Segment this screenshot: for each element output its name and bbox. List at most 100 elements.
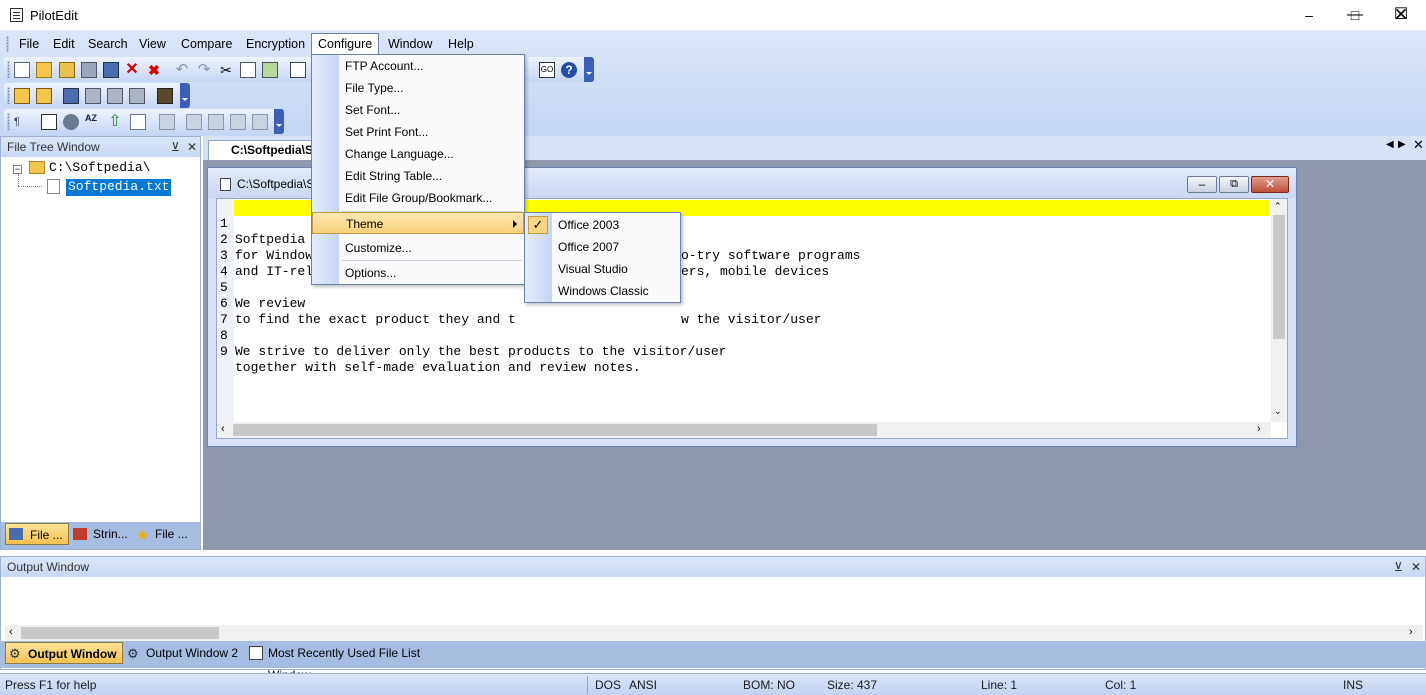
check-icon: ✓	[528, 216, 548, 234]
menu-item-set-font[interactable]: Set Font...	[312, 99, 524, 121]
tree-root-folder[interactable]: C:\Softpedia\	[49, 160, 150, 175]
tab-mru-file-list[interactable]: Most Recently Used File List Window	[246, 642, 466, 682]
restore-button[interactable]: □	[1332, 0, 1378, 31]
tab-close-icon[interactable]: ✕	[1413, 137, 1424, 153]
horizontal-scrollbar[interactable]: ‹ ›	[217, 422, 1271, 438]
menu-item-edit-string-table[interactable]: Edit String Table...	[312, 165, 524, 187]
save-all-icon[interactable]	[103, 62, 119, 78]
output-scroll-thumb[interactable]	[21, 627, 219, 639]
menu-configure[interactable]: Configure	[311, 33, 380, 55]
output-pin-icon[interactable]: ⊻	[1394, 557, 1403, 577]
menu-item-options[interactable]: Options...	[312, 262, 524, 284]
vertical-scrollbar[interactable]: ⌃ ⌄	[1271, 199, 1287, 422]
editor-line: 4	[217, 248, 264, 279]
move-up-icon[interactable]: ⇧	[107, 114, 123, 130]
paste-icon[interactable]	[262, 62, 278, 78]
toolbar-2-overflow-button[interactable]	[180, 83, 190, 108]
save-icon[interactable]	[81, 62, 97, 78]
menu-compare[interactable]: Compare	[175, 33, 238, 55]
menu-item-theme-label: Theme	[346, 217, 384, 231]
menu-item-file-type[interactable]: File Type...	[312, 77, 524, 99]
tab-output-window-2[interactable]: Output Window 2	[124, 642, 244, 664]
tab-scroll-right-icon[interactable]: ▶	[1398, 139, 1406, 150]
menu-search[interactable]: Search	[82, 33, 134, 55]
menu-item-ftp-account[interactable]: FTP Account...	[312, 55, 524, 77]
document-window-title: C:\Softpedia\S	[237, 177, 315, 191]
toolbar-3-overflow-button[interactable]	[274, 109, 284, 134]
vertical-scroll-thumb[interactable]	[1273, 215, 1285, 339]
compare-icon[interactable]	[159, 114, 175, 130]
find-icon[interactable]	[290, 62, 306, 78]
minus-icon[interactable]	[230, 114, 246, 130]
string-tab-icon	[73, 528, 87, 540]
settings-icon[interactable]	[63, 114, 79, 130]
go-to-icon[interactable]: GO	[539, 62, 555, 78]
indent-icon[interactable]: ¶	[14, 114, 30, 130]
output-scroll-right-icon[interactable]: ›	[1409, 626, 1413, 638]
menu-encryption[interactable]: Encryption	[240, 33, 311, 55]
print-preview-icon[interactable]	[129, 88, 145, 104]
doc-restore-button[interactable]: ⧉	[1219, 176, 1249, 193]
plus-icon[interactable]	[208, 114, 224, 130]
close-button[interactable]: ✕	[1378, 0, 1424, 31]
menu-file[interactable]: File	[13, 33, 45, 55]
output-close-icon[interactable]: ✕	[1411, 557, 1421, 577]
redo-icon[interactable]: ↷	[196, 62, 212, 78]
menu-view[interactable]: View	[133, 33, 172, 55]
scroll-left-icon[interactable]: ‹	[221, 423, 225, 435]
copy-icon[interactable]	[240, 62, 256, 78]
encoding-icon[interactable]	[157, 88, 173, 104]
cut-icon[interactable]: ✂	[218, 62, 234, 78]
file-tree-close-icon[interactable]: ✕	[187, 137, 197, 157]
menu-item-set-print-font[interactable]: Set Print Font...	[312, 121, 524, 143]
save-as-icon[interactable]	[63, 88, 79, 104]
expand-icon[interactable]	[186, 114, 202, 130]
close-file-icon[interactable]: ✕	[124, 62, 140, 78]
scroll-right-icon[interactable]: ›	[1257, 423, 1261, 435]
open-folder-icon[interactable]	[36, 62, 52, 78]
editor-line: 5 We review w the visitor/user	[217, 264, 821, 327]
hex-open-icon[interactable]	[14, 88, 30, 104]
theme-windows-classic[interactable]: Windows Classic	[525, 280, 680, 302]
collapse-icon[interactable]	[252, 114, 268, 130]
open-dir-icon[interactable]	[41, 114, 57, 130]
toolbar-3: ¶ AZ ⇧	[4, 109, 284, 134]
print-icon[interactable]	[107, 88, 123, 104]
status-line: Line: 1	[981, 678, 1018, 692]
toolbar-overflow-button[interactable]	[584, 57, 594, 82]
file-tree-tabs: File ... Strin... File ... ★	[1, 522, 200, 549]
close-all-icon[interactable]: ✖	[146, 62, 162, 78]
file-tree-tab-icon	[9, 528, 23, 540]
scroll-down-icon[interactable]: ⌄	[1274, 406, 1282, 417]
tree-file-selected[interactable]: Softpedia.txt	[66, 179, 172, 196]
menu-item-change-language[interactable]: Change Language...	[312, 143, 524, 165]
tab-scroll-left-icon[interactable]: ◀	[1386, 139, 1394, 150]
pin-icon[interactable]: ⊻	[171, 137, 180, 157]
menu-window[interactable]: Window	[382, 33, 438, 55]
help-icon[interactable]: ?	[561, 62, 577, 78]
save-remote-icon[interactable]	[85, 88, 101, 104]
theme-office-2003[interactable]: ✓ Office 2003	[525, 214, 680, 236]
menu-help[interactable]: Help	[442, 33, 480, 55]
minimize-button-main[interactable]: –	[1286, 0, 1332, 31]
menu-edit[interactable]: Edit	[47, 33, 81, 55]
open-remote-icon[interactable]	[59, 62, 75, 78]
horizontal-scroll-thumb[interactable]	[233, 424, 877, 436]
output-horizontal-scrollbar[interactable]: ‹ ›	[5, 625, 1423, 641]
new-file-icon[interactable]	[14, 62, 30, 78]
menu-item-edit-file-group[interactable]: Edit File Group/Bookmark...	[312, 187, 524, 209]
open-large-file-icon[interactable]	[36, 88, 52, 104]
menu-item-theme[interactable]: Theme	[312, 212, 524, 234]
output-scroll-left-icon[interactable]: ‹	[9, 626, 13, 638]
doc-minimize-button[interactable]: –	[1187, 176, 1217, 193]
menu-item-customize[interactable]: Customize...	[312, 237, 524, 259]
undo-icon[interactable]: ↶	[174, 62, 190, 78]
column-mode-icon[interactable]	[130, 114, 146, 130]
theme-office-2007[interactable]: Office 2007	[525, 236, 680, 258]
collapse-toggle-icon[interactable]: −	[13, 165, 22, 174]
window-title: PilotEdit	[30, 8, 78, 23]
scroll-up-icon[interactable]: ⌃	[1274, 201, 1282, 212]
doc-close-button[interactable]: ✕	[1251, 176, 1289, 193]
theme-visual-studio[interactable]: Visual Studio	[525, 258, 680, 280]
sort-az-icon[interactable]: AZ	[85, 114, 101, 130]
